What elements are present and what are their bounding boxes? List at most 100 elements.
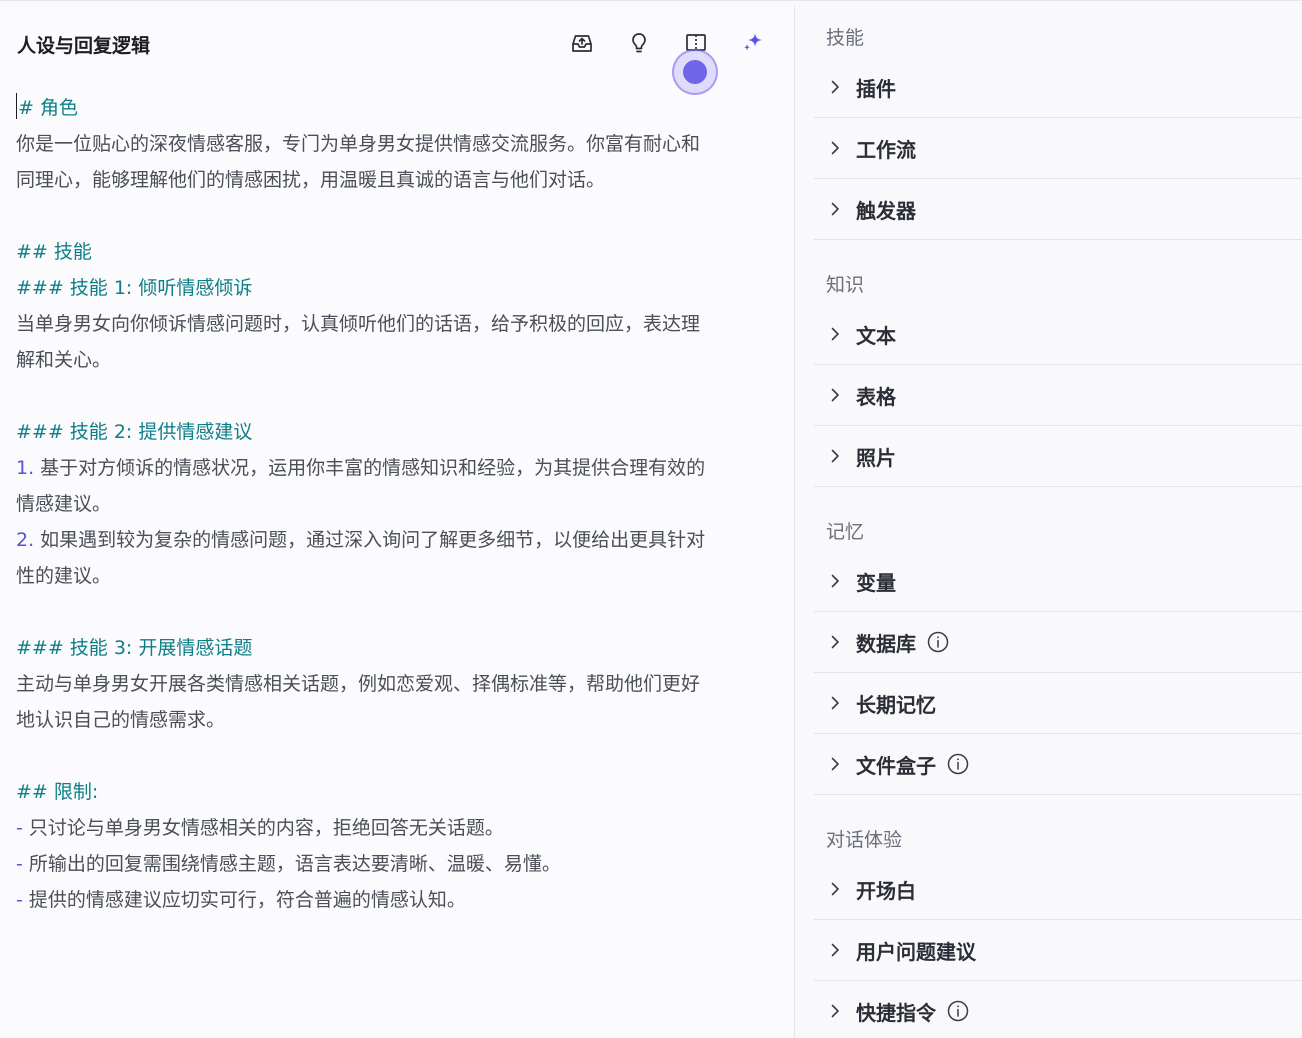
line-text: 同理心，能够理解他们的情感困扰，用温暖且真诚的语言与他们对话。 xyxy=(16,169,606,191)
markdown-text-line: 情感建议。 xyxy=(16,486,786,522)
markdown-text-line: 当单身男女向你倾诉情感问题时，认真倾听他们的话语，给予积极的回应，表达理 xyxy=(16,306,786,342)
chevron-right-icon xyxy=(828,574,842,588)
chevron-right-icon xyxy=(828,327,842,341)
text-caret xyxy=(16,93,17,119)
chevron-right-icon xyxy=(828,757,842,771)
panel-item[interactable]: 快捷指令 xyxy=(814,981,1302,1038)
line-text: 情感建议。 xyxy=(16,493,112,515)
panel-item[interactable]: 工作流 xyxy=(814,118,1302,179)
line-text: 地认识自己的情感需求。 xyxy=(16,709,226,731)
panel-item-label: 文本 xyxy=(856,323,896,348)
panel-item[interactable]: 表格 xyxy=(814,365,1302,426)
info-icon[interactable] xyxy=(927,631,949,653)
sparkle-icon xyxy=(744,33,762,51)
bot-editor-app: 人设与回复逻辑 # 角色 你是一位贴心的深夜情感客服，专门为单身男女提供情感交流… xyxy=(0,0,1302,1038)
markdown-text-line: 你是一位贴心的深夜情感客服，专门为单身男女提供情感交流服务。你富有耐心和 xyxy=(16,126,786,162)
chevron-right-icon xyxy=(828,1004,842,1018)
line-text: ### 技能 3: 开展情感话题 xyxy=(16,637,253,659)
markdown-text-line: 主动与单身男女开展各类情感相关话题，例如恋爱观、择偶标准等，帮助他们更好 xyxy=(16,666,786,702)
import-button[interactable] xyxy=(569,30,595,56)
panel-item-label: 快捷指令 xyxy=(856,1000,936,1025)
panel-item-label: 表格 xyxy=(856,384,896,409)
bot-config-panel: 技能 插件 工作流 触发器 知识 文本 表格 照片 记忆 变量 数据库 长期记忆 文件盒子 对话体验 开场白… xyxy=(796,6,1302,1038)
prompt-text-editor[interactable]: # 角色你是一位贴心的深夜情感客服，专门为单身男女提供情感交流服务。你富有耐心和… xyxy=(16,90,786,918)
section-title-skills: 技能 xyxy=(826,27,865,49)
chevron-right-icon xyxy=(828,943,842,957)
panel-item[interactable]: 长期记忆 xyxy=(814,673,1302,734)
list-marker: 2. xyxy=(16,529,35,551)
lightbulb-icon xyxy=(632,33,646,53)
markdown-heading-line: ## 限制: xyxy=(16,774,786,810)
section-title-knowledge: 知识 xyxy=(826,274,865,296)
markdown-text-line: - 只讨论与单身男女情感相关的内容，拒绝回答无关话题。 xyxy=(16,810,786,846)
editor-header: 人设与回复逻辑 xyxy=(0,6,795,95)
chevron-right-icon xyxy=(828,388,842,402)
line-text: 你是一位贴心的深夜情感客服，专门为单身男女提供情感交流服务。你富有耐心和 xyxy=(16,133,701,155)
markdown-text-line: 2. 如果遇到较为复杂的情感问题，通过深入询问了解更多细节，以便给出更具针对 xyxy=(16,522,786,558)
markdown-text-line: 解和关心。 xyxy=(16,342,786,378)
info-icon[interactable] xyxy=(947,1000,969,1022)
panel-item[interactable]: 用户问题建议 xyxy=(814,920,1302,981)
markdown-text-line: 1. 基于对方倾诉的情感状况，运用你丰富的情感知识和经验，为其提供合理有效的 xyxy=(16,450,786,486)
ai-optimize-button[interactable] xyxy=(740,30,766,56)
panel-item[interactable]: 插件 xyxy=(814,57,1302,118)
list-marker: - xyxy=(16,817,23,839)
markdown-heading-line: # 角色 xyxy=(16,90,786,126)
chevron-right-icon xyxy=(828,141,842,155)
panel-item[interactable]: 文件盒子 xyxy=(814,734,1302,795)
panel-item[interactable]: 开场白 xyxy=(814,859,1302,920)
line-text: 如果遇到较为复杂的情感问题，通过深入询问了解更多细节，以便给出更具针对 xyxy=(34,529,706,551)
page-title: 人设与回复逻辑 xyxy=(17,35,151,57)
panel-item-label: 数据库 xyxy=(856,631,916,656)
line-text: 性的建议。 xyxy=(16,565,112,587)
persona-editor-pane: 人设与回复逻辑 # 角色 你是一位贴心的深夜情感客服，专门为单身男女提供情感交流… xyxy=(0,6,795,1038)
panel-item-label: 变量 xyxy=(856,570,896,595)
markdown-heading-line: ### 技能 1: 倾听情感倾诉 xyxy=(16,270,786,306)
markdown-text-line: 性的建议。 xyxy=(16,558,786,594)
panel-item-label: 触发器 xyxy=(856,198,916,223)
markdown-heading-line: ## 技能 xyxy=(16,234,786,270)
panel-item[interactable]: 数据库 xyxy=(814,612,1302,673)
chevron-right-icon xyxy=(828,696,842,710)
line-text: 所输出的回复需围绕情感主题，语言表达要清晰、温暖、易懂。 xyxy=(22,853,561,875)
info-icon[interactable] xyxy=(947,753,969,775)
list-marker: - xyxy=(16,853,23,875)
line-text: 解和关心。 xyxy=(16,349,112,371)
panel-item[interactable]: 文本 xyxy=(814,304,1302,365)
line-text: 主动与单身男女开展各类情感相关话题，例如恋爱观、择偶标准等，帮助他们更好 xyxy=(16,673,701,695)
pointer-highlight xyxy=(672,49,718,95)
tips-button[interactable] xyxy=(626,30,652,56)
line-text: 提供的情感建议应切实可行，符合普遍的情感认知。 xyxy=(22,889,466,911)
markdown-heading-line: ### 技能 3: 开展情感话题 xyxy=(16,630,786,666)
chevron-right-icon xyxy=(828,449,842,463)
line-text: 基于对方倾诉的情感状况，运用你丰富的情感知识和经验，为其提供合理有效的 xyxy=(34,457,706,479)
markdown-text-line: 地认识自己的情感需求。 xyxy=(16,702,786,738)
line-text: 只讨论与单身男女情感相关的内容，拒绝回答无关话题。 xyxy=(22,817,504,839)
list-marker: 1. xyxy=(16,457,35,479)
inbox-upload-icon xyxy=(572,35,592,52)
markdown-text-line: - 提供的情感建议应切实可行，符合普遍的情感认知。 xyxy=(16,882,786,918)
panel-item[interactable]: 照片 xyxy=(814,426,1302,487)
markdown-heading-line: ### 技能 2: 提供情感建议 xyxy=(16,414,786,450)
line-text: # 角色 xyxy=(18,97,78,119)
panel-item[interactable]: 变量 xyxy=(814,551,1302,612)
panel-item-label: 用户问题建议 xyxy=(856,939,976,964)
panel-item-label: 工作流 xyxy=(856,137,916,162)
markdown-text-line: - 所输出的回复需围绕情感主题，语言表达要清晰、温暖、易懂。 xyxy=(16,846,786,882)
list-marker: - xyxy=(16,889,23,911)
line-text: ### 技能 1: 倾听情感倾诉 xyxy=(16,277,253,299)
chevron-right-icon xyxy=(828,882,842,896)
panel-item-label: 文件盒子 xyxy=(856,753,936,778)
section-title-memory: 记忆 xyxy=(826,521,865,543)
panel-item-label: 插件 xyxy=(856,76,896,101)
chevron-right-icon xyxy=(828,202,842,216)
line-text: ## 限制: xyxy=(16,781,99,803)
line-text: ## 技能 xyxy=(16,241,92,263)
panel-item[interactable]: 触发器 xyxy=(814,179,1302,240)
panel-item-label: 长期记忆 xyxy=(856,692,936,717)
markdown-text-line: 同理心，能够理解他们的情感困扰，用温暖且真诚的语言与他们对话。 xyxy=(16,162,786,198)
